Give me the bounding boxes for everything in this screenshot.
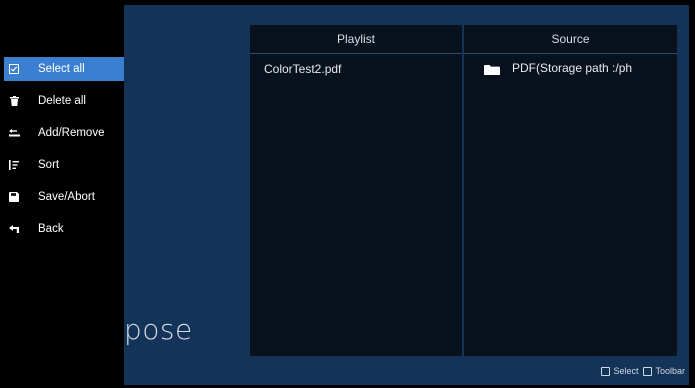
toolbar-item-label: Select all — [38, 63, 85, 75]
add-remove-icon — [8, 127, 20, 139]
hint-select: Select — [601, 366, 638, 376]
screen: pose Select all Delete all Add/Remove So… — [0, 0, 695, 388]
checkbox-icon — [8, 63, 20, 75]
source-title: Source — [551, 32, 590, 46]
playlist-title: Playlist — [336, 32, 375, 46]
toolbar-item-label: Add/Remove — [38, 127, 105, 139]
hint-bar: Select Toolbar — [601, 366, 685, 376]
hint-select-label: Select — [613, 366, 639, 376]
toolbar-menu: Select all Delete all Add/Remove Sort Sa… — [0, 57, 124, 249]
toolbar-item-label: Back — [38, 223, 64, 235]
toolbar-item-label: Delete all — [38, 95, 86, 107]
toolbar-item-label: Sort — [38, 159, 60, 171]
toolbar-item-delete-all[interactable]: Delete all — [0, 89, 124, 113]
toolbar-item-back[interactable]: Back — [0, 217, 124, 241]
ok-key-icon — [601, 366, 611, 376]
playlist-header: Playlist — [250, 25, 462, 54]
side-toolbar: Select all Delete all Add/Remove Sort Sa… — [0, 5, 124, 388]
toolbar-item-save-abort[interactable]: Save/Abort — [0, 185, 124, 209]
playlist-item[interactable]: ColorTest2.pdf — [264, 62, 341, 76]
toolbar-key-icon — [643, 366, 653, 376]
hint-toolbar: Toolbar — [643, 366, 685, 376]
source-panel: Source PDF(Storage path :/ph — [464, 25, 677, 356]
save-icon — [8, 191, 20, 203]
toolbar-item-select-all[interactable]: Select all — [4, 57, 124, 81]
source-item[interactable]: PDF(Storage path :/ph — [484, 61, 672, 75]
source-item-label: PDF(Storage path :/ph — [512, 61, 633, 75]
toolbar-item-sort[interactable]: Sort — [0, 153, 124, 177]
back-icon — [8, 223, 20, 235]
toolbar-item-add-remove[interactable]: Add/Remove — [0, 121, 124, 145]
folder-icon — [484, 62, 500, 75]
background-title: pose — [124, 313, 193, 346]
hint-toolbar-label: Toolbar — [655, 366, 685, 376]
source-header: Source — [464, 25, 677, 54]
sort-icon — [8, 159, 20, 171]
trash-icon — [8, 95, 20, 107]
toolbar-item-label: Save/Abort — [38, 191, 95, 203]
playlist-panel: Playlist ColorTest2.pdf — [250, 25, 462, 356]
